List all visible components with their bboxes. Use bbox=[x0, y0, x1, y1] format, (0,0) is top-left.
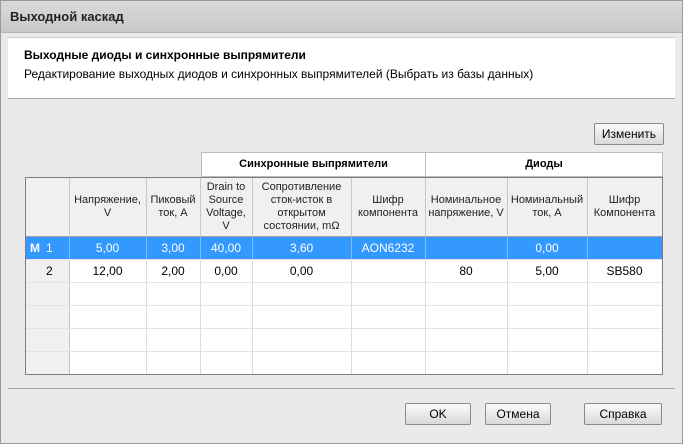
content-area: Изменить Синхронные выпрямители Диоды На… bbox=[8, 98, 675, 389]
header-panel: Выходные диоды и синхронные выпрямители … bbox=[8, 37, 675, 98]
column-header-peak-current[interactable]: Пиковый ток, А bbox=[146, 178, 201, 237]
table-cell[interactable]: 3,60 bbox=[252, 236, 352, 260]
column-header-row-marker bbox=[26, 178, 70, 237]
row-header bbox=[26, 351, 70, 374]
help-button[interactable]: Справка bbox=[584, 403, 662, 425]
table-cell[interactable]: 0,00 bbox=[252, 259, 352, 283]
components-table: Напряжение, V Пиковый ток, А Drain to So… bbox=[26, 178, 662, 374]
table-cell[interactable]: 3,00 bbox=[146, 236, 201, 260]
dialog-window: Выходной каскад Выходные диоды и синхрон… bbox=[0, 0, 683, 444]
column-header-voltage[interactable]: Напряжение, V bbox=[69, 178, 147, 237]
column-header-drain-source-voltage[interactable]: Drain to Source Voltage, V bbox=[200, 178, 253, 237]
table-row[interactable]: M1 5,00 3,00 40,00 3,60 AON6232 0,00 bbox=[26, 236, 662, 260]
group-header-sync-rectifiers: Синхронные выпрямители bbox=[201, 152, 426, 177]
group-header-diodes: Диоды bbox=[426, 152, 663, 177]
column-header-sync-part-code[interactable]: Шифр компонента bbox=[351, 178, 426, 237]
ok-button[interactable]: OK bbox=[405, 403, 471, 425]
table-cell[interactable]: 5,00 bbox=[507, 259, 588, 283]
change-button[interactable]: Изменить bbox=[594, 123, 664, 145]
row-index: 2 bbox=[46, 264, 53, 278]
column-header-on-resistance[interactable]: Сопротивление сток-исток в открытом сост… bbox=[252, 178, 352, 237]
row-mark: M bbox=[30, 241, 40, 255]
table-cell[interactable]: SB580 bbox=[587, 259, 662, 283]
table-cell[interactable]: 0,00 bbox=[200, 259, 253, 283]
table-cell[interactable]: AON6232 bbox=[351, 236, 426, 260]
column-header-rated-voltage[interactable]: Номинальное напряжение, V bbox=[425, 178, 508, 237]
row-header bbox=[26, 328, 70, 352]
cancel-button[interactable]: Отмена bbox=[485, 403, 551, 425]
row-index: 1 bbox=[46, 241, 53, 255]
row-header bbox=[26, 282, 70, 306]
window-title: Выходной каскад bbox=[10, 9, 124, 24]
empty-row bbox=[26, 351, 662, 374]
table-row[interactable]: 2 12,00 2,00 0,00 0,00 80 5,00 SB580 bbox=[26, 259, 662, 283]
table-cell[interactable] bbox=[425, 236, 508, 260]
row-header[interactable]: M1 bbox=[26, 236, 70, 260]
table-cell[interactable]: 80 bbox=[425, 259, 508, 283]
table-cell[interactable] bbox=[351, 259, 426, 283]
header-row: Напряжение, V Пиковый ток, А Drain to So… bbox=[26, 178, 662, 237]
row-header bbox=[26, 305, 70, 329]
table-cell[interactable]: 12,00 bbox=[69, 259, 147, 283]
section-title: Выходные диоды и синхронные выпрямители bbox=[24, 48, 306, 62]
column-header-diode-part-code[interactable]: Шифр Компонента bbox=[587, 178, 662, 237]
table-cell[interactable]: 2,00 bbox=[146, 259, 201, 283]
table-cell[interactable]: 40,00 bbox=[200, 236, 253, 260]
column-header-rated-current[interactable]: Номинальный ток, А bbox=[507, 178, 588, 237]
table-cell[interactable]: 5,00 bbox=[69, 236, 147, 260]
table-cell[interactable]: 0,00 bbox=[507, 236, 588, 260]
table-cell[interactable] bbox=[587, 236, 662, 260]
components-grid[interactable]: Напряжение, V Пиковый ток, А Drain to So… bbox=[25, 177, 663, 375]
section-subtitle: Редактирование выходных диодов и синхрон… bbox=[24, 67, 534, 81]
empty-row bbox=[26, 305, 662, 329]
title-bar: Выходной каскад bbox=[1, 1, 682, 33]
empty-row bbox=[26, 328, 662, 352]
row-header[interactable]: 2 bbox=[26, 259, 70, 283]
empty-row bbox=[26, 282, 662, 306]
